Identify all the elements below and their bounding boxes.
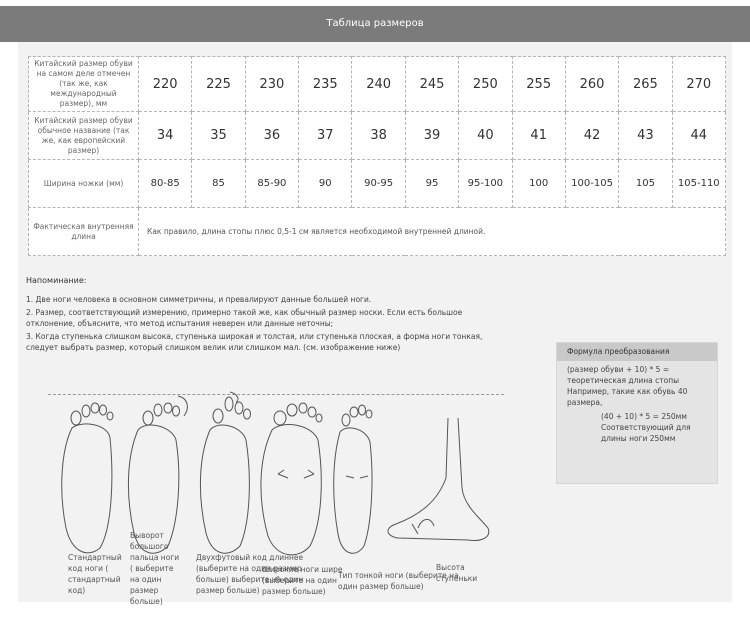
- table-cell: 37: [298, 111, 353, 160]
- standard-foot-icon: [61, 402, 114, 554]
- row-label: Фактическая внутренняя длина: [28, 207, 139, 256]
- table-row: Фактическая внутренняя длина Как правило…: [28, 207, 726, 256]
- foot-label-high-instep: Высота ступеньки: [436, 563, 478, 583]
- table-cell: 235: [298, 56, 353, 112]
- tip-item: 2. Размер, соответствующий измерению, пр…: [26, 308, 463, 328]
- row-label: Китайский размер обуви на самом деле отм…: [28, 56, 139, 112]
- table-cell: 80-85: [137, 159, 193, 208]
- table-cell: 250: [458, 56, 513, 112]
- table-cell: 260: [564, 56, 620, 112]
- table-cell: 265: [618, 56, 673, 112]
- table-cell: 225: [191, 56, 246, 112]
- tip-item: 1. Две ноги человека в основном симметри…: [26, 295, 372, 304]
- table-cell: 38: [351, 111, 406, 160]
- foot-label-standard: Стандартный код ноги ( стандартный код): [68, 553, 122, 595]
- foot-label-bunion: Выворот большого пальца ноги ( выберите …: [130, 531, 180, 606]
- row-label: Ширина ножки (мм): [28, 159, 139, 208]
- table-cell: 85-90: [244, 159, 300, 208]
- high-instep-foot-icon: [387, 417, 490, 541]
- table-cell: 90-95: [351, 159, 406, 208]
- table-row: Китайский размер обуви обычное название …: [28, 111, 727, 160]
- table-cell: 240: [351, 56, 406, 112]
- table-cell: 255: [511, 56, 566, 112]
- table-cell: 95-100: [458, 159, 513, 208]
- table-cell: 40: [458, 111, 513, 160]
- table-cell: 100-105: [564, 159, 620, 208]
- table-cell: 34: [137, 111, 193, 160]
- table-cell: 245: [404, 56, 460, 112]
- inner-length-note: Как правило, длина стопы плюс 0,5-1 см я…: [138, 207, 726, 256]
- wide-foot-icon: [260, 402, 323, 556]
- row-label: Китайский размер обуви обычное название …: [28, 111, 139, 160]
- table-cell: 43: [618, 111, 673, 160]
- size-chart-panel: Китайский размер обуви на самом деле отм…: [18, 42, 732, 606]
- size-table: Китайский размер обуви на самом деле отм…: [28, 56, 727, 256]
- table-cell: 36: [244, 111, 300, 160]
- tips-list: 1. Две ноги человека в основном симметри…: [26, 294, 506, 355]
- table-cell: 270: [671, 56, 727, 112]
- table-cell: 105-110: [671, 159, 727, 208]
- table-cell: 39: [404, 111, 460, 160]
- table-cell: 230: [244, 56, 300, 112]
- tip-item: 3. Когда ступенька слишком высока, ступе…: [26, 332, 483, 352]
- table-row: Китайский размер обуви на самом деле отм…: [28, 56, 727, 112]
- header-bar: Таблица размеров: [0, 6, 750, 42]
- formula-title: Формула преобразования: [557, 343, 717, 361]
- reminder-title: Напоминание:: [26, 276, 87, 285]
- table-row: Ширина ножки (мм) 80-85 85 85-90 90 90-9…: [28, 159, 727, 208]
- narrow-foot-icon: [333, 404, 373, 554]
- page-title: Таблица размеров: [326, 18, 424, 29]
- feet-illustrations: Стандартный код ноги ( стандартный код) …: [18, 378, 732, 606]
- table-cell: 85: [191, 159, 246, 208]
- table-cell: 42: [564, 111, 620, 160]
- table-cell: 220: [137, 56, 193, 112]
- table-cell: 41: [511, 111, 566, 160]
- table-cell: 90: [298, 159, 353, 208]
- table-cell: 105: [618, 159, 673, 208]
- table-cell: 44: [671, 111, 727, 160]
- table-cell: 35: [191, 111, 246, 160]
- table-cell: 95: [404, 159, 460, 208]
- table-cell: 100: [511, 159, 566, 208]
- long-toe-foot-icon: [199, 391, 251, 554]
